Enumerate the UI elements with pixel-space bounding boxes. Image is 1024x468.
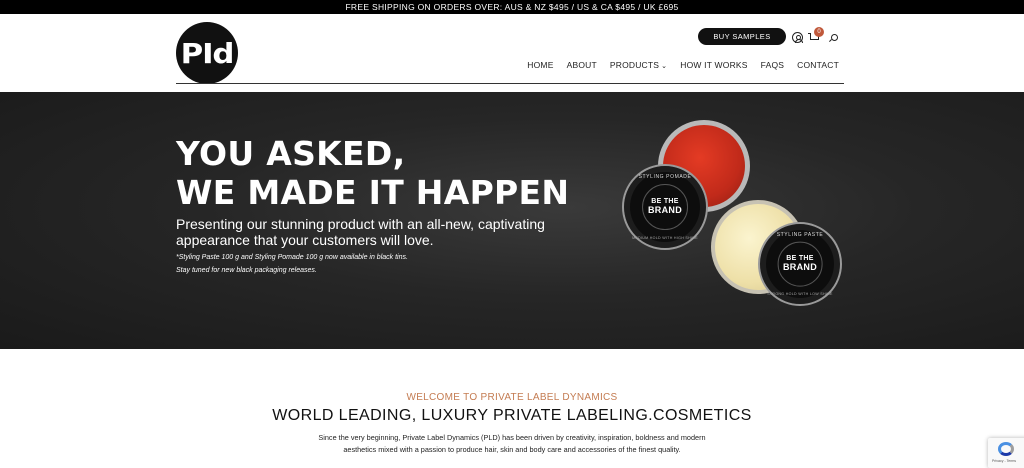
recaptcha-icon [998,442,1014,456]
chevron-down-icon: ⌄ [661,63,668,70]
shipping-announcement-bar: FREE SHIPPING ON ORDERS OVER: AUS & NZ $… [0,0,1024,14]
buy-samples-button[interactable]: BUY SAMPLES [698,28,786,45]
lid-a-brand: BE THE BRAND [648,198,682,215]
hero-note-1: *Styling Paste 100 g and Styling Pomade … [176,254,408,261]
header-divider [176,83,844,84]
nav-item-how-it-works[interactable]: HOW IT WORKS [680,60,747,70]
lid-b-brand: BE THE BRAND [783,255,817,272]
lid-b-top-text: STYLING PASTE [776,232,824,238]
nav-item-home[interactable]: HOME [527,60,553,70]
lid-a-top-text: STYLING POMADE [638,174,692,180]
pld-logo[interactable]: PId [176,22,238,84]
hero-subheading: Presenting our stunning product with an … [176,216,545,248]
styling-pomade-lid-image: STYLING POMADE BE THE BRAND MEDIUM HOLD W… [622,164,708,250]
logo-text: PId [180,36,235,70]
lid-a-bottom-text: MEDIUM HOLD WITH HIGH SHINE [632,236,698,240]
nav-item-products[interactable]: PRODUCTS ⌄ [610,60,667,70]
recaptcha-badge[interactable]: Privacy - Terms [988,438,1024,468]
section-title: WORLD LEADING, LUXURY PRIVATE LABELING.C… [272,407,752,424]
welcome-kicker: WELCOME TO PRIVATE LABEL DYNAMICS [406,392,618,403]
hero-banner: YOU ASKED, WE MADE IT HAPPEN Presenting … [0,92,1024,349]
shipping-announcement-text: FREE SHIPPING ON ORDERS OVER: AUS & NZ $… [345,2,679,12]
user-icon[interactable] [792,32,803,43]
intro-paragraph: Since the very beginning, Private Label … [318,433,706,454]
hero-note-2: Stay tuned for new black packaging relea… [176,267,317,274]
styling-paste-lid-image: STYLING PASTE BE THE BRAND STRONG HOLD WI… [758,222,842,306]
recaptcha-links[interactable]: Privacy - Terms [992,459,1016,463]
cart-count-badge: 0 [814,27,824,37]
hero-headline: YOU ASKED, WE MADE IT HAPPEN [176,134,570,212]
nav-item-contact[interactable]: CONTACT [797,60,839,70]
nav-item-faqs[interactable]: FAQS [761,60,784,70]
search-icon[interactable] [831,34,838,41]
main-navigation: HOME ABOUT PRODUCTS ⌄ HOW IT WORKS FAQS C… [514,60,839,70]
lid-b-bottom-text: STRONG HOLD WITH LOW SHINE [767,292,833,296]
site-header: PId BUY SAMPLES 0 HOME ABOUT PRODUCTS ⌄ H… [0,14,1024,92]
nav-item-about[interactable]: ABOUT [567,60,597,70]
